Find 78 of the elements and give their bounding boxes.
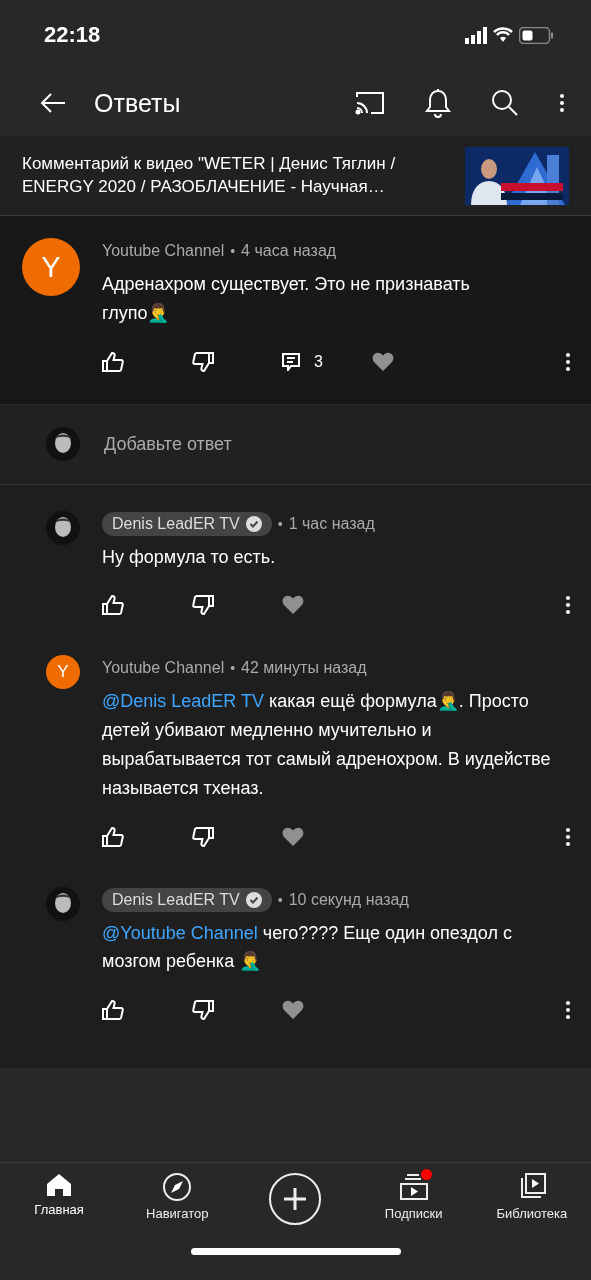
- heart-button[interactable]: [282, 1000, 304, 1021]
- comment-text: Ну формула то есть.: [102, 545, 277, 569]
- thumbs-down-icon: [192, 1000, 214, 1021]
- battery-icon: [519, 26, 553, 44]
- avatar-icon: [46, 427, 80, 462]
- heart-button[interactable]: [282, 826, 304, 847]
- nav-tab[interactable]: Подписки: [363, 1173, 464, 1221]
- heart-button[interactable]: [372, 351, 394, 372]
- comment-time: 4 часа назад: [241, 242, 337, 260]
- separator-dot: •: [230, 243, 236, 259]
- avatar-icon: [46, 886, 80, 921]
- more-button[interactable]: [565, 351, 571, 372]
- thumbs-down-icon: [192, 351, 214, 372]
- dislike-button[interactable]: [192, 826, 214, 847]
- dislike-button[interactable]: [192, 351, 214, 372]
- heart-icon: [282, 595, 304, 616]
- more-icon: [565, 826, 571, 847]
- thumbs-up-icon: [102, 826, 124, 847]
- subscriptions-icon: [398, 1173, 429, 1201]
- nav-tab[interactable]: Библиотека: [481, 1173, 582, 1221]
- thumbs-down-icon: [192, 595, 214, 616]
- dislike-button[interactable]: [192, 595, 214, 616]
- author-name[interactable]: Youtube Channel: [102, 242, 225, 260]
- nav-tab[interactable]: Навигатор: [127, 1173, 228, 1221]
- author-chip[interactable]: Denis LeadER TV: [102, 511, 272, 536]
- nav-tab[interactable]: Главная: [9, 1173, 110, 1217]
- more-icon: [559, 93, 565, 113]
- comment-time: 10 секунд назад: [288, 890, 409, 909]
- comment-time: 1 час назад: [288, 514, 375, 533]
- heart-icon: [282, 826, 304, 847]
- heart-icon: [372, 351, 394, 372]
- thumbs-up-icon: [102, 351, 124, 372]
- heart-button[interactable]: [282, 595, 304, 616]
- like-button[interactable]: [102, 826, 124, 847]
- search-icon: [491, 89, 519, 117]
- add-icon: [269, 1173, 322, 1225]
- bell-icon: [425, 88, 451, 118]
- like-button[interactable]: [102, 1000, 124, 1021]
- separator-dot: •: [277, 891, 283, 908]
- separator-dot: •: [230, 660, 236, 677]
- verified-icon: [245, 891, 262, 908]
- separator-dot: •: [277, 515, 283, 532]
- more-icon: [565, 595, 571, 616]
- thumbs-down-icon: [192, 826, 214, 847]
- comment-text: @Denis LeadER TV какая ещё формула🤦‍♂. Просто детей убивают медленно мучительно и вырабатывается тот самый адренохром. В иудействе называется тхеназ.: [102, 690, 552, 800]
- more-button[interactable]: [565, 1000, 571, 1021]
- comment-icon: [282, 352, 300, 371]
- home-icon: [46, 1173, 73, 1197]
- thumbs-up-icon: [102, 595, 124, 616]
- like-button[interactable]: [102, 595, 124, 616]
- comment-text: @Youtube Channel чего???? Еще один опездол с мозгом ребенка 🤦‍♂: [102, 921, 513, 974]
- more-button[interactable]: [565, 826, 571, 847]
- back-arrow-icon: [40, 92, 66, 114]
- status-time: 22:18: [44, 22, 101, 48]
- replies-button[interactable]: 3: [282, 352, 323, 371]
- dislike-button[interactable]: [192, 1000, 214, 1021]
- comment-time: 42 минуты назад: [241, 659, 367, 678]
- avatar: Y: [46, 655, 80, 690]
- author-name[interactable]: Youtube Channel: [102, 659, 225, 678]
- reply-field[interactable]: Добавьте ответ: [102, 432, 545, 456]
- more-icon: [565, 1000, 571, 1021]
- mention-link[interactable]: @Youtube Channel: [102, 922, 258, 943]
- compass-icon: [163, 1173, 192, 1201]
- heart-icon: [282, 1000, 304, 1021]
- page-title: Ответы: [94, 88, 182, 118]
- signal-icon: [465, 26, 487, 44]
- wifi-icon: [493, 27, 513, 43]
- avatar-icon: [46, 510, 80, 545]
- more-button[interactable]: [565, 595, 571, 616]
- mention-link[interactable]: @Denis LeadER TV: [102, 691, 265, 712]
- comment-text: Адренахром существует. Это не признавать глупо🤦‍♂: [102, 273, 471, 325]
- author-chip[interactable]: Denis LeadER TV: [102, 887, 272, 912]
- like-button[interactable]: [102, 351, 124, 372]
- cast-icon: [355, 91, 385, 115]
- avatar: Y: [22, 238, 80, 296]
- verified-icon: [245, 515, 262, 532]
- thumbs-up-icon: [102, 1000, 124, 1021]
- more-icon: [565, 351, 571, 372]
